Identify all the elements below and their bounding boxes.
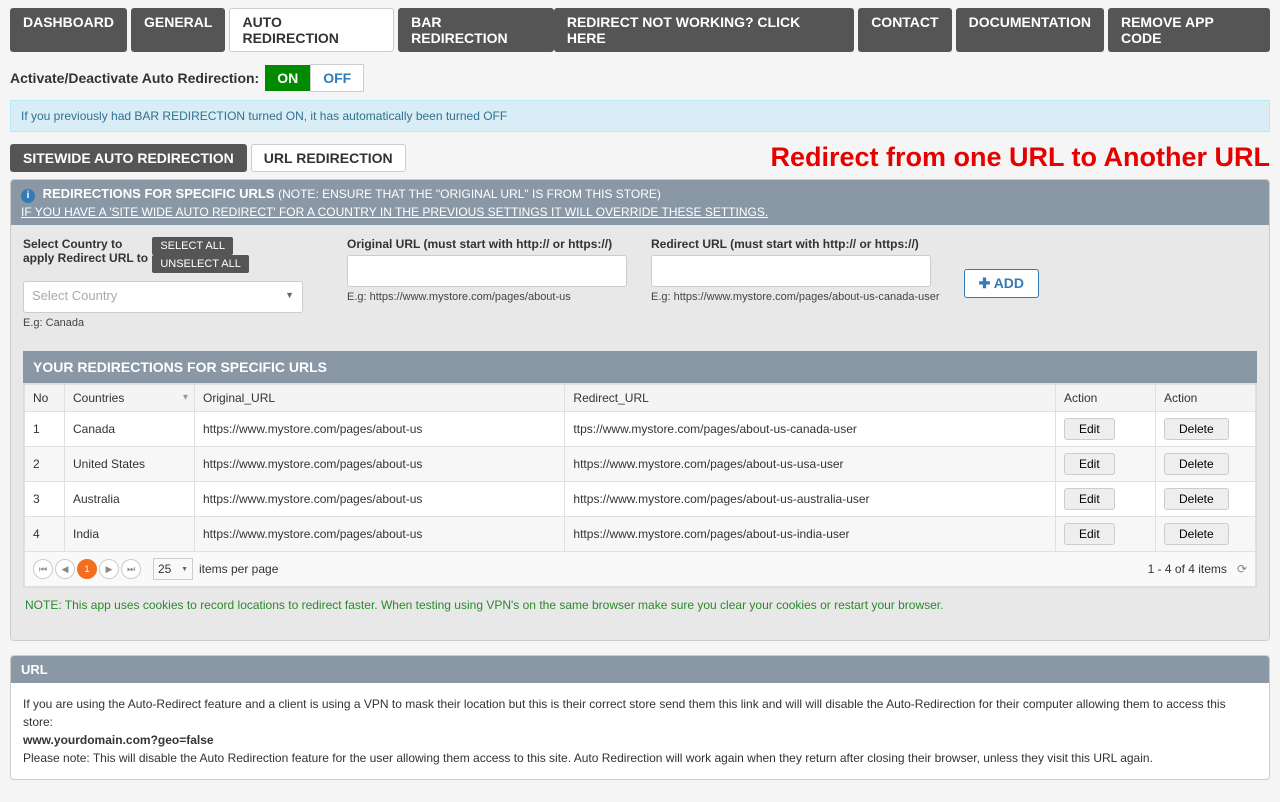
link-contact[interactable]: CONTACT [858,8,951,52]
url-p2: Please note: This will disable the Auto … [23,749,1257,767]
subtab-sitewide[interactable]: SITEWIDE AUTO REDIRECTION [10,144,247,172]
original-url-input[interactable] [347,255,627,287]
original-url-label: Original URL (must start with http:// or… [347,237,627,251]
col-original[interactable]: Original_URL [195,385,565,412]
col-action2: Action [1156,385,1256,412]
pager-summary: 1 - 4 of 4 items [1148,562,1227,576]
cookie-note: NOTE: This app uses cookies to record lo… [23,588,1257,622]
table-row: 4Indiahttps://www.mystore.com/pages/abou… [25,517,1256,552]
toggle-off[interactable]: OFF [310,64,364,92]
unselect-all-button[interactable]: UNSELECT ALL [152,255,249,273]
url-example: www.yourdomain.com?geo=false [23,733,214,747]
original-url-eg: E.g: https://www.mystore.com/pages/about… [347,291,627,303]
delete-button[interactable]: Delete [1164,453,1229,475]
tab-bar-redirection[interactable]: BAR REDIRECTION [398,8,554,52]
edit-button[interactable]: Edit [1064,453,1115,475]
table-row: 1Canadahttps://www.mystore.com/pages/abo… [25,412,1256,447]
nav-left: DASHBOARD GENERAL AUTO REDIRECTION BAR R… [10,8,554,52]
filter-icon[interactable]: ▾ [183,392,188,403]
pager-next[interactable]: ▶ [99,559,119,579]
panel-specific-head: i REDIRECTIONS FOR SPECIFIC URLS (NOTE: … [11,180,1269,225]
link-not-working[interactable]: REDIRECT NOT WORKING? CLICK HERE [554,8,854,52]
add-button[interactable]: ✚ ADD [964,269,1039,298]
delete-button[interactable]: Delete [1164,488,1229,510]
pager-last[interactable]: ⏭ [121,559,141,579]
col-redirect[interactable]: Redirect_URL [565,385,1056,412]
delete-button[interactable]: Delete [1164,523,1229,545]
pager-ipp: items per page [199,562,278,576]
toggle-on[interactable]: ON [265,65,310,91]
tab-general[interactable]: GENERAL [131,8,225,52]
redirect-url-eg: E.g: https://www.mystore.com/pages/about… [651,291,940,303]
tab-dashboard[interactable]: DASHBOARD [10,8,127,52]
pager-prev[interactable]: ◀ [55,559,75,579]
edit-button[interactable]: Edit [1064,523,1115,545]
nav-right: REDIRECT NOT WORKING? CLICK HERE CONTACT… [554,8,1270,52]
info-icon: i [21,189,35,203]
redirections-grid: No Countries▾ Original_URL Redirect_URL … [23,383,1257,588]
edit-button[interactable]: Edit [1064,418,1115,440]
link-remove-code[interactable]: REMOVE APP CODE [1108,8,1270,52]
table-row: 3Australiahttps://www.mystore.com/pages/… [25,482,1256,517]
tab-auto-redirection[interactable]: AUTO REDIRECTION [229,8,394,52]
panel-override-link[interactable]: IF YOU HAVE A 'SITE WIDE AUTO REDIRECT' … [21,205,1259,219]
select-all-button[interactable]: SELECT ALL [152,237,233,255]
activate-label: Activate/Deactivate Auto Redirection: [10,70,259,86]
url-panel-head: URL [11,656,1269,683]
redirect-url-label: Redirect URL (must start with http:// or… [651,237,940,251]
country-label: Select Country to apply Redirect URL to [23,237,152,265]
pager-size[interactable]: 25 [153,558,193,580]
pager-page[interactable]: 1 [77,559,97,579]
refresh-icon[interactable]: ⟳ [1237,562,1247,576]
country-select[interactable]: Select Country [23,281,303,313]
col-action1: Action [1056,385,1156,412]
country-eg: E.g: Canada [23,317,323,329]
pager-first[interactable]: ⏮ [33,559,53,579]
url-p1: If you are using the Auto-Redirect featu… [23,695,1257,731]
your-redirections-head: YOUR REDIRECTIONS FOR SPECIFIC URLS [23,351,1257,383]
info-banner: If you previously had BAR REDIRECTION tu… [10,100,1270,132]
subtab-url[interactable]: URL REDIRECTION [251,144,406,172]
table-row: 2United Stateshttps://www.mystore.com/pa… [25,447,1256,482]
col-no[interactable]: No [25,385,65,412]
delete-button[interactable]: Delete [1164,418,1229,440]
edit-button[interactable]: Edit [1064,488,1115,510]
redirect-url-input[interactable] [651,255,931,287]
headline: Redirect from one URL to Another URL [770,142,1270,173]
link-documentation[interactable]: DOCUMENTATION [956,8,1104,52]
col-countries[interactable]: Countries▾ [65,385,195,412]
